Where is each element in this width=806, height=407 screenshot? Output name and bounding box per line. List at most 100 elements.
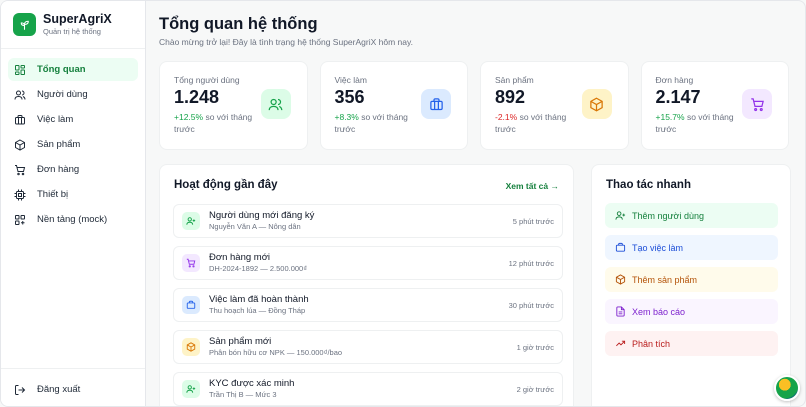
file-icon bbox=[616, 306, 625, 317]
stat-label: Đơn hàng bbox=[655, 75, 694, 85]
dashboard-icon bbox=[14, 64, 26, 76]
stats-row: Tổng người dùng 1.248 +12.5% so với thán… bbox=[159, 61, 789, 150]
user-plus-icon bbox=[182, 380, 200, 398]
stat-delta-value: +8.3% bbox=[334, 112, 359, 122]
stat-delta-value: +15.7% bbox=[655, 112, 685, 122]
quick-actions-card: Thao tác nhanh Thêm người dùng Tạo việc … bbox=[591, 164, 791, 406]
quick-action-label: Tạo việc làm bbox=[632, 242, 684, 253]
logout-label: Đăng xuất bbox=[37, 384, 81, 395]
box-icon bbox=[182, 338, 200, 356]
activity-time: 12 phút trước bbox=[508, 259, 554, 268]
see-all-label: Xem tất cả bbox=[505, 181, 549, 191]
add-user-button[interactable]: Thêm người dùng bbox=[605, 203, 778, 228]
sidebar-item-label: Nền tảng (mock) bbox=[37, 214, 108, 225]
brand-name: SuperAgriX bbox=[43, 12, 112, 26]
logout-button[interactable]: Đăng xuất bbox=[8, 378, 138, 401]
activity-title: Hoạt động gần đây bbox=[174, 179, 278, 191]
create-job-button[interactable]: Tạo việc làm bbox=[605, 235, 778, 260]
list-item[interactable]: Đơn hàng mới DH-2024-1892 — 2.500.000₫ 12… bbox=[173, 246, 563, 280]
sidebar-item-label: Thiết bị bbox=[37, 189, 69, 200]
briefcase-icon bbox=[421, 89, 451, 119]
activity-subtitle: Trần Thị B — Mức 3 bbox=[209, 390, 277, 399]
user-plus-icon bbox=[182, 212, 200, 230]
sidebar-item-label: Người dùng bbox=[37, 89, 88, 100]
sidebar: SuperAgriX Quản trị hệ thống Tổng quan N… bbox=[1, 1, 146, 406]
user-plus-icon bbox=[615, 211, 626, 220]
sidebar-item-label: Sản phẩm bbox=[37, 139, 81, 150]
briefcase-icon bbox=[182, 296, 200, 314]
sidebar-item-label: Đơn hàng bbox=[37, 164, 80, 175]
stat-delta: +8.3% so với tháng trước bbox=[335, 111, 425, 135]
sidebar-item-label: Tổng quan bbox=[37, 64, 86, 75]
stat-label: Việc làm bbox=[334, 75, 367, 85]
list-item[interactable]: Việc làm đã hoàn thành Thu hoạch lúa — Đồ… bbox=[173, 288, 563, 322]
box-icon bbox=[581, 89, 612, 119]
page-subtitle: Chào mừng trở lại! Đây là tình trạng hệ … bbox=[159, 37, 413, 47]
stat-delta-value: -2.1% bbox=[495, 112, 518, 122]
globe-icon bbox=[14, 214, 26, 226]
list-item[interactable]: KYC được xác minh Trần Thị B — Mức 3 2 gi… bbox=[173, 372, 563, 406]
sidebar-item-devices[interactable]: Thiết bị bbox=[8, 183, 138, 206]
quick-action-label: Phân tích bbox=[632, 338, 671, 349]
add-product-button[interactable]: Thêm sản phẩm bbox=[605, 267, 778, 292]
chip-icon bbox=[14, 189, 26, 201]
activity-time: 2 giờ trước bbox=[516, 385, 554, 394]
activity-title-text: Đơn hàng mới bbox=[209, 252, 271, 263]
avatar[interactable] bbox=[774, 375, 800, 401]
users-icon bbox=[260, 89, 291, 119]
stat-delta-value: +12.5% bbox=[174, 112, 204, 122]
briefcase-icon bbox=[14, 114, 26, 126]
sprout-icon bbox=[13, 13, 36, 36]
app-window: SuperAgriX Quản trị hệ thống Tổng quan N… bbox=[0, 0, 806, 407]
arrow-right-icon: → bbox=[550, 181, 560, 191]
logout-icon bbox=[14, 384, 26, 396]
sidebar-item-jobs[interactable]: Việc làm bbox=[8, 108, 138, 131]
quick-action-label: Thêm sản phẩm bbox=[632, 274, 698, 285]
brand[interactable]: SuperAgriX Quản trị hệ thống bbox=[1, 1, 145, 49]
brand-subtitle: Quản trị hệ thống bbox=[43, 27, 101, 36]
trend-icon bbox=[616, 340, 626, 347]
sidebar-item-platform[interactable]: Nền tảng (mock) bbox=[8, 208, 138, 231]
stat-card-jobs[interactable]: Việc làm 356 +8.3% so với tháng trước bbox=[319, 61, 468, 150]
stat-delta: -2.1% so với tháng trước bbox=[495, 111, 585, 135]
activity-title-text: Việc làm đã hoàn thành bbox=[209, 294, 309, 305]
stat-card-users[interactable]: Tổng người dùng 1.248 +12.5% so với thán… bbox=[159, 61, 308, 150]
sidebar-footer: Đăng xuất bbox=[1, 368, 145, 406]
sidebar-nav: Tổng quan Người dùng Việc làm Sản phẩm Đ… bbox=[1, 49, 145, 231]
quick-action-label: Xem báo cáo bbox=[632, 306, 686, 317]
main-content: Tổng quan hệ thống Chào mừng trở lại! Đâ… bbox=[146, 1, 805, 406]
briefcase-icon bbox=[615, 242, 626, 252]
see-all-link[interactable]: Xem tất cả → bbox=[506, 181, 559, 191]
cart-icon bbox=[742, 89, 772, 119]
sidebar-item-label: Việc làm bbox=[37, 114, 74, 125]
page-title: Tổng quan hệ thống bbox=[159, 15, 318, 33]
list-item[interactable]: Người dùng mới đăng ký Nguyễn Văn A — Nôn… bbox=[173, 204, 563, 238]
cart-icon bbox=[182, 254, 200, 272]
cart-icon bbox=[14, 164, 26, 176]
box-icon bbox=[615, 274, 626, 285]
activity-time: 1 giờ trước bbox=[516, 343, 554, 352]
analytics-button[interactable]: Phân tích bbox=[605, 331, 778, 356]
sidebar-item-users[interactable]: Người dùng bbox=[8, 83, 138, 106]
activity-subtitle: Nguyễn Văn A — Nông dân bbox=[209, 222, 301, 231]
sidebar-item-overview[interactable]: Tổng quan bbox=[8, 58, 138, 81]
quick-actions-list: Thêm người dùng Tạo việc làm Thêm sản ph… bbox=[605, 203, 778, 363]
users-icon bbox=[14, 89, 26, 101]
activity-title-text: Người dùng mới đăng ký bbox=[209, 210, 315, 221]
list-item[interactable]: Sản phẩm mới Phân bón hữu cơ NPK — 150.00… bbox=[173, 330, 563, 364]
quick-action-label: Thêm người dùng bbox=[632, 210, 704, 221]
box-icon bbox=[14, 138, 26, 151]
activity-time: 5 phút trước bbox=[512, 217, 554, 226]
stat-delta: +15.7% so với tháng trước bbox=[656, 111, 746, 135]
stat-card-orders[interactable]: Đơn hàng 2.147 +15.7% so với tháng trước bbox=[640, 61, 789, 150]
activity-subtitle: DH-2024-1892 — 2.500.000₫ bbox=[209, 264, 308, 273]
quick-actions-title: Thao tác nhanh bbox=[606, 179, 691, 191]
stat-label: Sản phẩm bbox=[495, 75, 534, 85]
stat-delta: +12.5% so với tháng trước bbox=[174, 111, 264, 135]
activity-title-text: KYC được xác minh bbox=[209, 378, 295, 389]
stat-card-products[interactable]: Sản phẩm 892 -2.1% so với tháng trước bbox=[480, 61, 629, 150]
sidebar-item-products[interactable]: Sản phẩm bbox=[8, 133, 138, 156]
view-report-button[interactable]: Xem báo cáo bbox=[605, 299, 778, 324]
sidebar-item-orders[interactable]: Đơn hàng bbox=[8, 158, 138, 181]
activity-time: 30 phút trước bbox=[508, 301, 554, 310]
